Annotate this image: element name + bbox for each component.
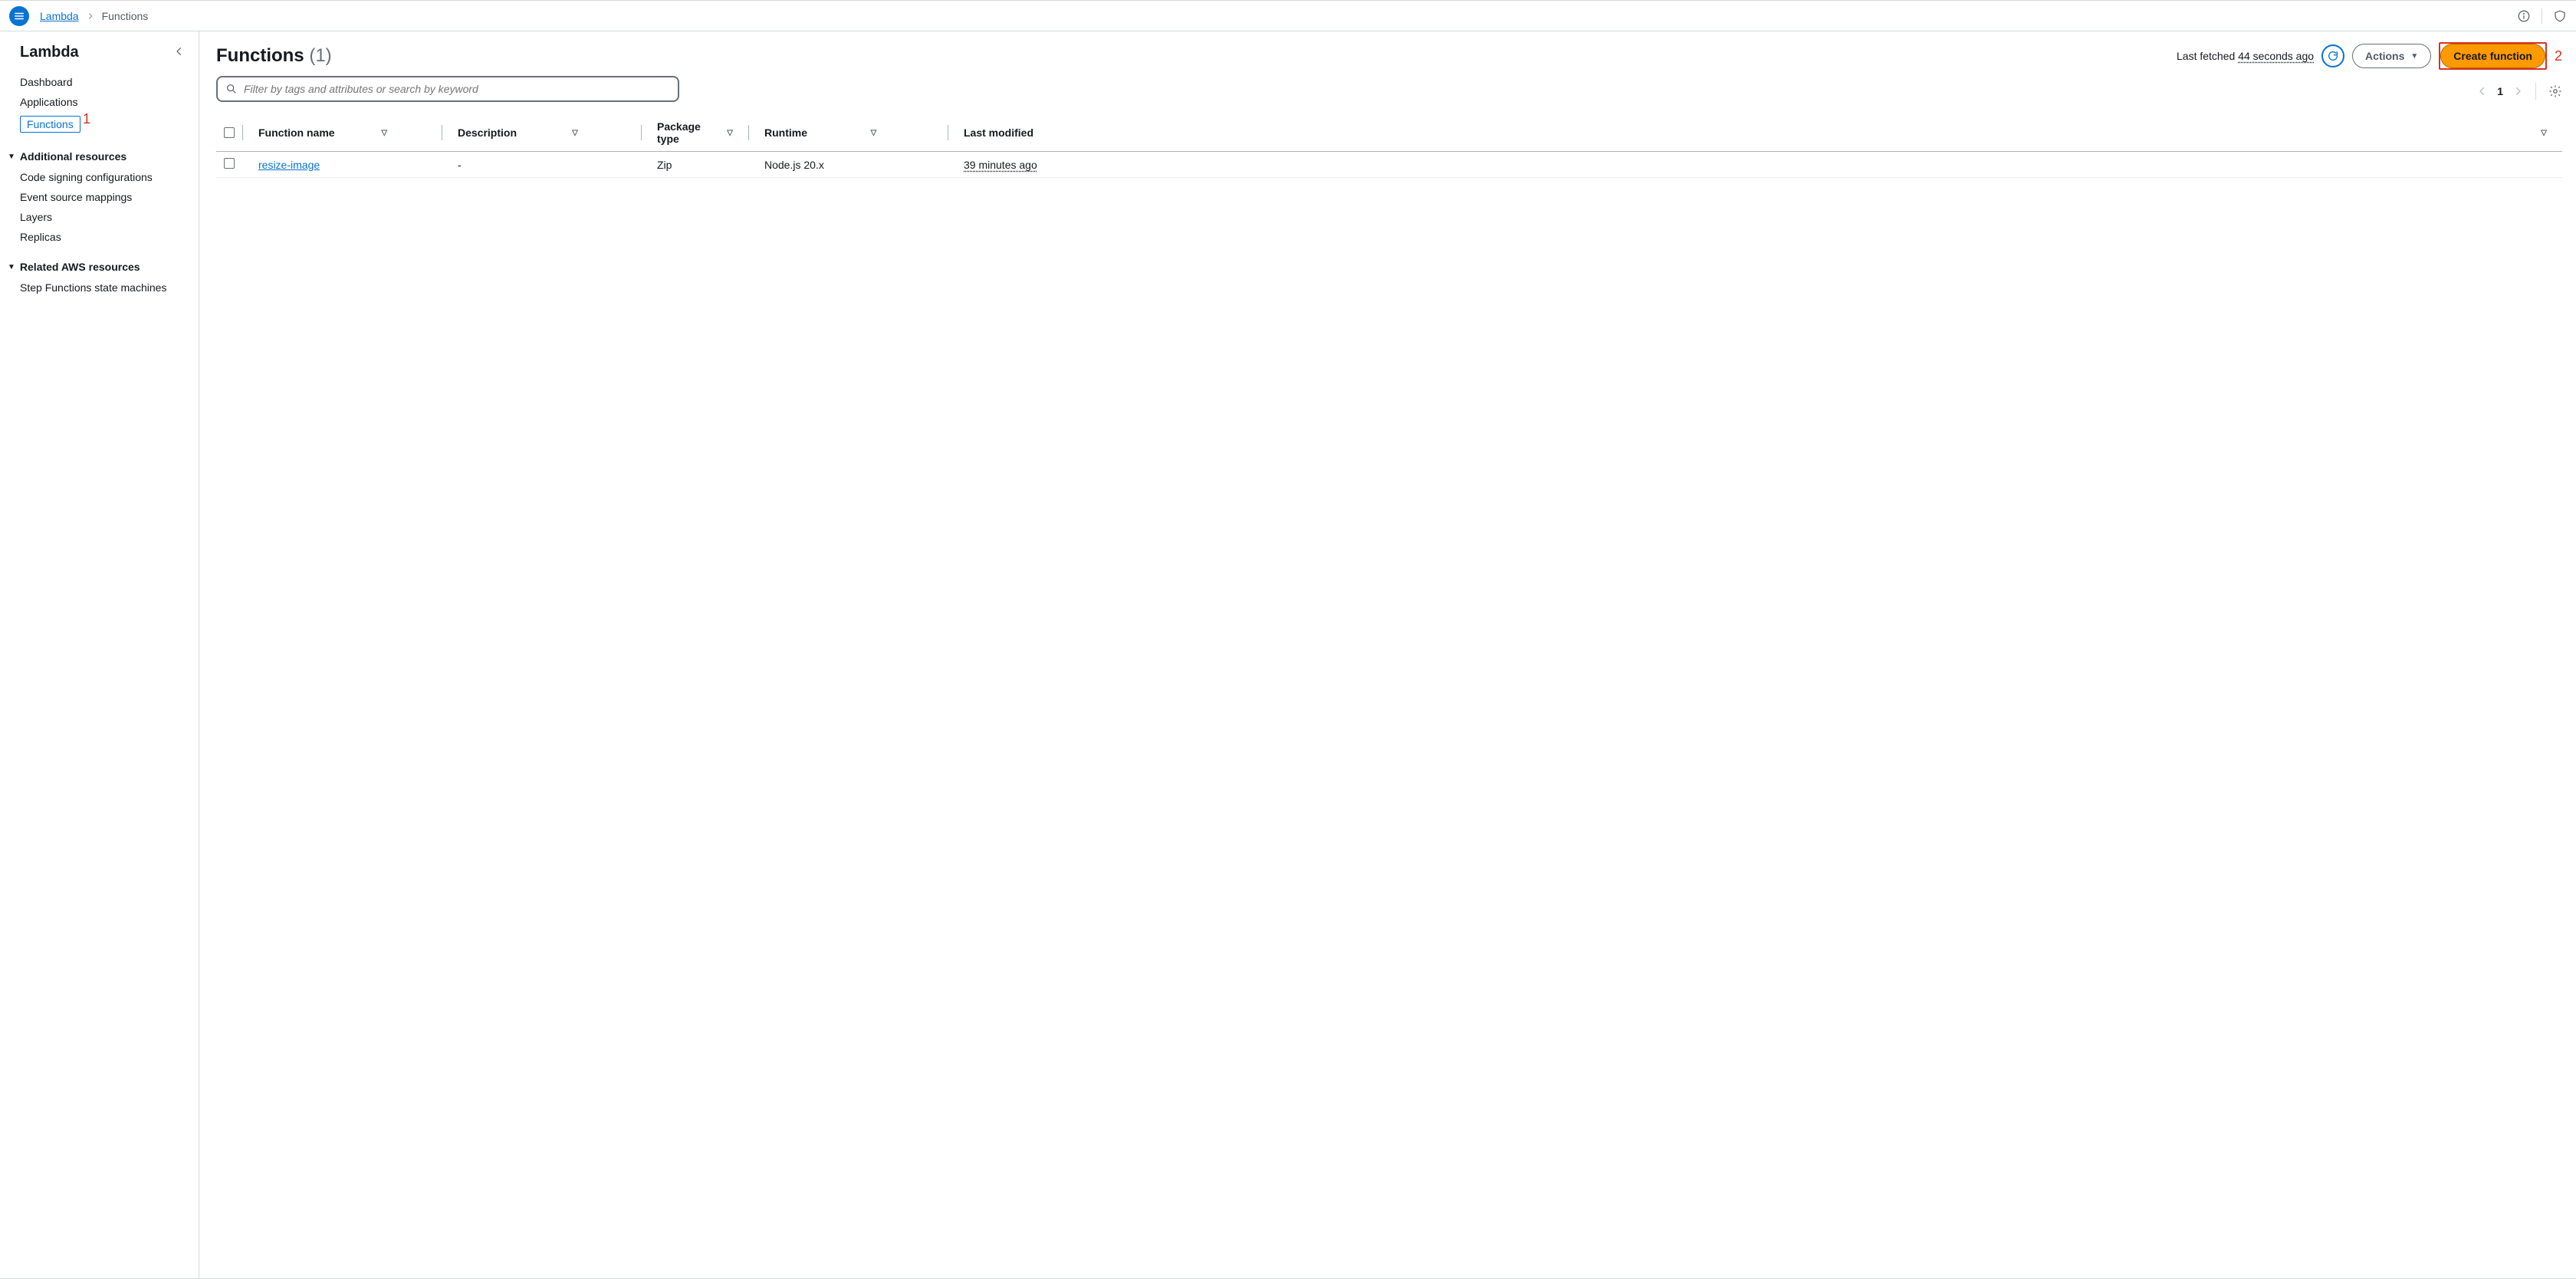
sidebar-group-label: Additional resources	[20, 150, 127, 163]
callout-marker-1: 1	[83, 111, 90, 127]
sidebar-group-additional[interactable]: ▼ Additional resources	[0, 144, 199, 167]
page-number: 1	[2497, 85, 2503, 97]
settings-button[interactable]	[2548, 84, 2562, 98]
sidebar-item-event-source[interactable]: Event source mappings	[0, 187, 199, 207]
next-page-button[interactable]	[2512, 86, 2523, 97]
sidebar-item-functions[interactable]: Functions 1	[0, 112, 199, 136]
sort-icon[interactable]: ▽	[381, 129, 387, 137]
hamburger-icon	[14, 11, 25, 21]
breadcrumb-bar: Lambda Functions	[0, 1, 2576, 31]
actions-label: Actions	[2365, 50, 2404, 62]
sidebar-item-applications[interactable]: Applications	[0, 92, 199, 112]
sidebar-collapse-button[interactable]	[174, 46, 185, 59]
sort-icon[interactable]: ▽	[2541, 129, 2547, 137]
column-header-last-modified[interactable]: Last modified	[964, 127, 1033, 139]
triangle-down-icon: ▼	[8, 153, 15, 161]
sort-icon[interactable]: ▽	[572, 129, 578, 137]
search-input[interactable]	[244, 83, 670, 95]
functions-table: Function name ▽ Description ▽	[216, 114, 2562, 178]
sidebar-item-label: Functions	[27, 118, 74, 130]
page-title-count: (1)	[309, 45, 331, 66]
column-header-runtime[interactable]: Runtime	[764, 127, 807, 139]
prev-page-button[interactable]	[2477, 86, 2488, 97]
sidebar-item-code-signing[interactable]: Code signing configurations	[0, 167, 199, 187]
sidebar-item-layers[interactable]: Layers	[0, 207, 199, 227]
chevron-left-icon	[174, 46, 185, 57]
console-menu-button[interactable]	[9, 6, 29, 26]
main-content: Functions (1) Last fetched 44 seconds ag…	[199, 31, 2576, 1278]
row-runtime: Node.js 20.x	[764, 159, 824, 171]
create-function-button[interactable]: Create function	[2440, 44, 2545, 68]
info-icon[interactable]	[2517, 9, 2531, 23]
sort-icon[interactable]: ▽	[871, 129, 877, 137]
sidebar-item-label: Dashboard	[20, 76, 73, 88]
shield-icon[interactable]	[2553, 9, 2567, 23]
sidebar-item-label: Applications	[20, 96, 78, 108]
function-link[interactable]: resize-image	[258, 159, 320, 171]
row-description: -	[458, 159, 462, 171]
sidebar-item-label: Replicas	[20, 231, 61, 243]
sidebar-group-label: Related AWS resources	[20, 261, 140, 273]
refresh-icon	[2327, 50, 2339, 62]
search-icon	[225, 83, 238, 95]
sidebar-item-label: Layers	[20, 211, 52, 223]
sidebar-item-step-functions[interactable]: Step Functions state machines	[0, 278, 199, 298]
chevron-right-icon	[87, 10, 94, 22]
last-fetched-prefix: Last fetched	[2177, 50, 2238, 62]
sidebar: Lambda Dashboard Applications Functions …	[0, 31, 199, 1278]
search-input-wrapper[interactable]	[216, 76, 679, 102]
row-checkbox[interactable]	[224, 158, 235, 169]
sidebar-item-replicas[interactable]: Replicas	[0, 227, 199, 247]
table-row: resize-image - Zip Node.js 20.x 39 minut…	[216, 152, 2562, 178]
actions-button[interactable]: Actions ▼	[2352, 44, 2431, 68]
create-function-label: Create function	[2453, 50, 2532, 62]
triangle-down-icon: ▼	[8, 263, 15, 271]
callout-marker-2: 2	[2555, 48, 2562, 64]
sidebar-item-label: Event source mappings	[20, 191, 132, 203]
select-all-checkbox[interactable]	[224, 127, 235, 138]
sidebar-title: Lambda	[20, 44, 79, 61]
refresh-button[interactable]	[2321, 44, 2344, 67]
sidebar-group-related[interactable]: ▼ Related AWS resources	[0, 255, 199, 278]
sort-icon[interactable]: ▽	[727, 129, 733, 137]
column-header-description[interactable]: Description	[458, 127, 517, 139]
sidebar-item-dashboard[interactable]: Dashboard	[0, 72, 199, 92]
breadcrumb-current: Functions	[102, 10, 149, 22]
column-header-package-type[interactable]: Package type	[657, 120, 719, 145]
sidebar-item-label: Step Functions state machines	[20, 281, 166, 294]
triangle-down-icon: ▼	[2410, 52, 2418, 61]
last-fetched-text: Last fetched 44 seconds ago	[2177, 50, 2314, 62]
row-last-modified: 39 minutes ago	[964, 159, 1037, 171]
last-fetched-value: 44 seconds ago	[2238, 50, 2314, 62]
column-header-name[interactable]: Function name	[258, 127, 335, 139]
divider	[2535, 83, 2536, 100]
breadcrumb-root[interactable]: Lambda	[40, 10, 79, 22]
row-package-type: Zip	[657, 159, 672, 171]
page-title: Functions (1)	[216, 45, 332, 67]
page-title-text: Functions	[216, 45, 304, 66]
sidebar-item-label: Code signing configurations	[20, 171, 153, 183]
